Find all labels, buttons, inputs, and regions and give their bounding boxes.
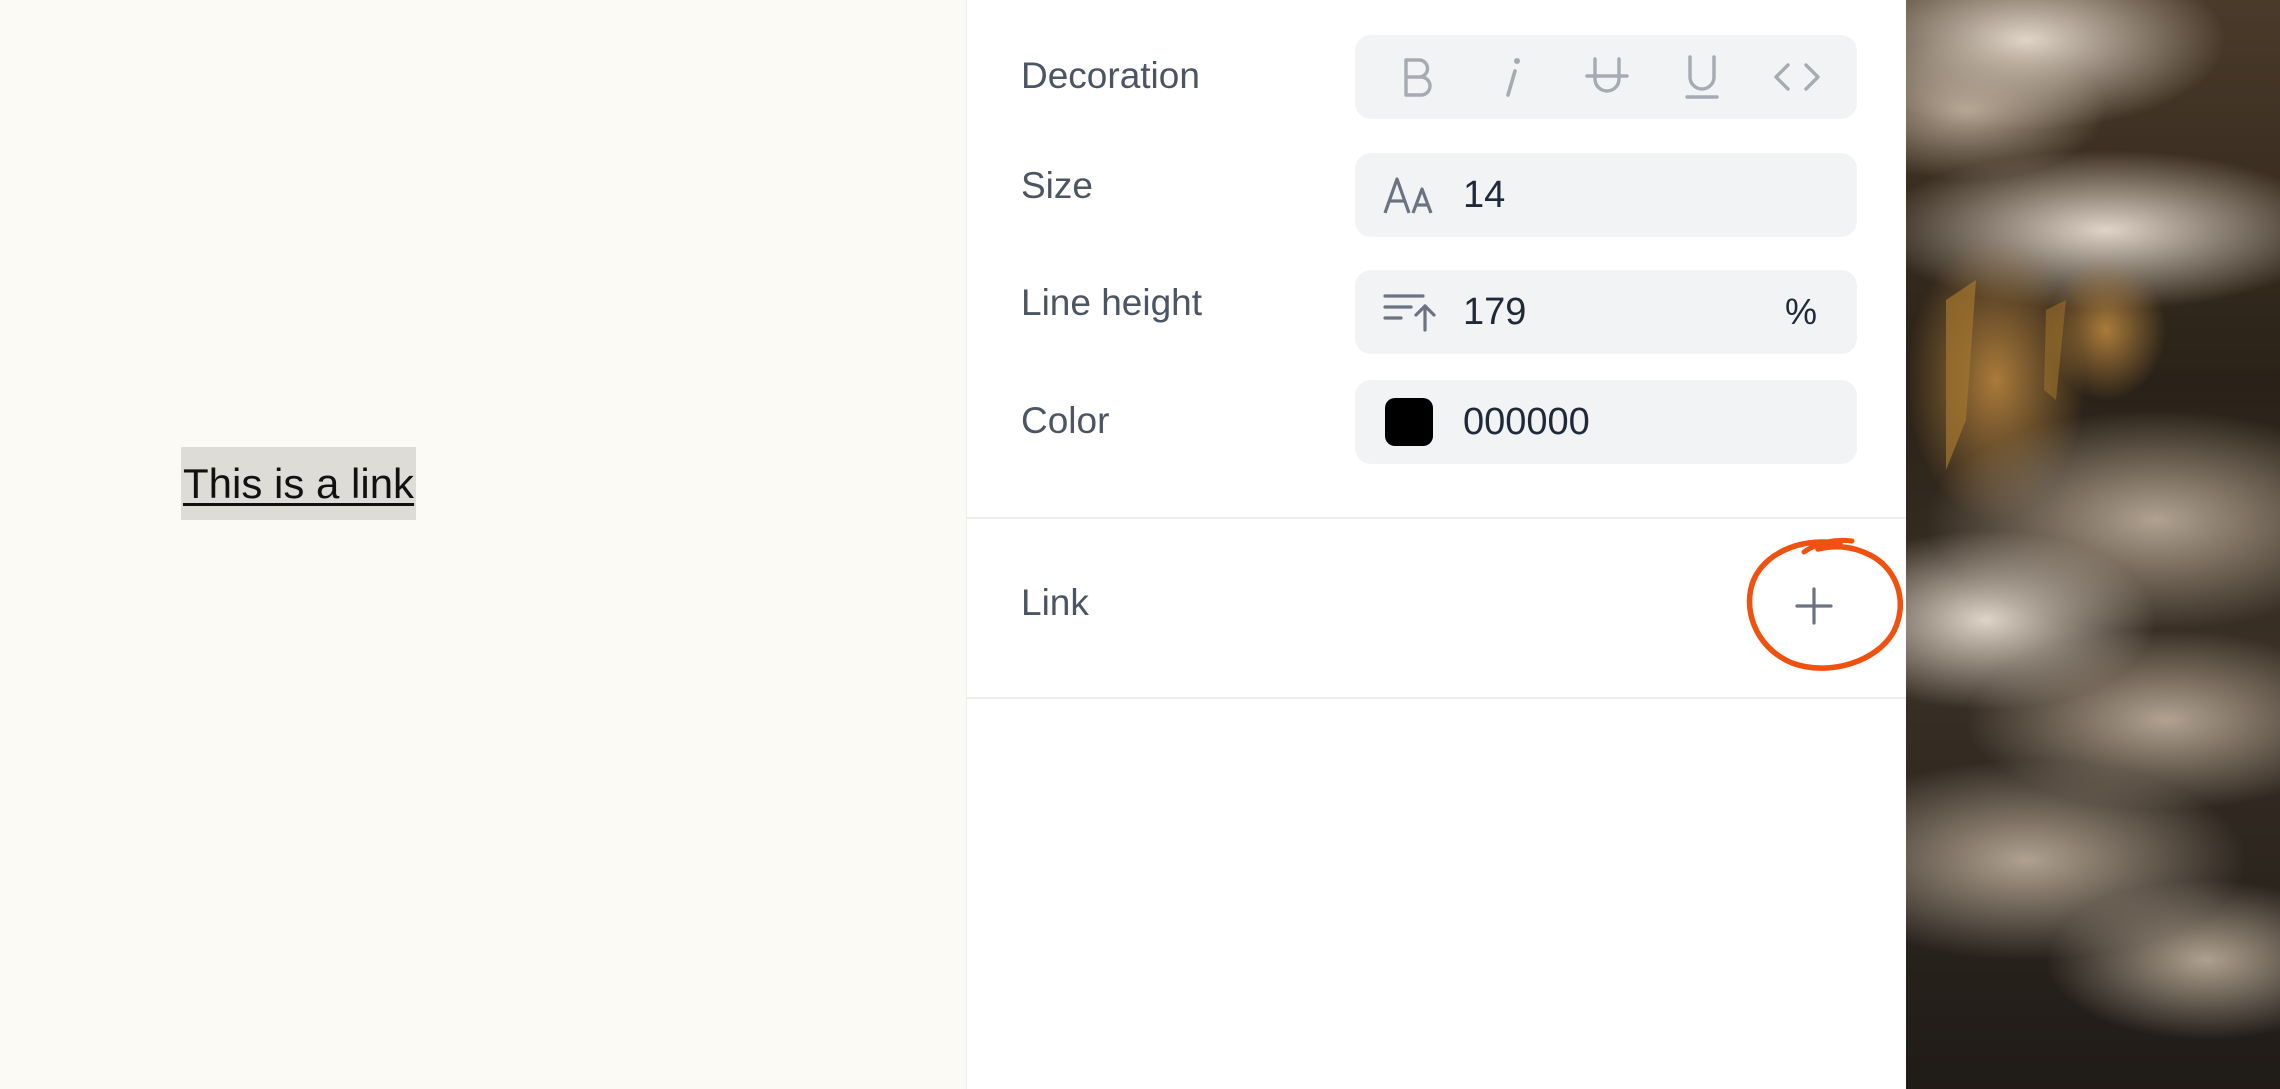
code-button[interactable] — [1749, 35, 1845, 119]
decoration-row: Decoration — [967, 35, 1907, 119]
decoration-label: Decoration — [1021, 55, 1200, 96]
size-value[interactable]: 14 — [1463, 153, 1505, 237]
decoration-toolbar — [1355, 35, 1857, 119]
underline-button[interactable] — [1654, 35, 1750, 119]
line-height-unit: % — [1784, 291, 1817, 332]
annotation-circle — [1746, 537, 1904, 671]
code-icon — [1774, 63, 1820, 91]
canvas: This is a link — [0, 0, 966, 1089]
line-height-label: Line height — [1021, 282, 1203, 323]
font-size-icon — [1383, 177, 1433, 214]
selected-link-text[interactable]: This is a link — [181, 447, 417, 520]
italic-button[interactable] — [1464, 35, 1560, 119]
bold-button[interactable] — [1369, 35, 1465, 119]
underline-icon — [1685, 55, 1719, 99]
color-swatch[interactable] — [1385, 398, 1433, 446]
line-height-row: Line height 179 % — [967, 270, 1907, 354]
color-field[interactable]: 000000 — [1355, 380, 1857, 464]
strikethrough-button[interactable] — [1559, 35, 1655, 119]
italic-icon — [1506, 58, 1520, 97]
color-value[interactable]: 000000 — [1463, 380, 1590, 464]
bold-icon — [1404, 58, 1432, 97]
color-row: Color 000000 — [967, 380, 1907, 464]
size-row: Size 14 — [967, 153, 1907, 237]
link-label: Link — [1021, 582, 1089, 623]
color-label: Color — [1021, 400, 1110, 441]
section-divider — [967, 697, 1907, 699]
section-divider — [967, 517, 1907, 519]
line-height-field[interactable]: 179 % — [1355, 270, 1857, 354]
line-height-value[interactable]: 179 — [1463, 270, 1526, 354]
size-field[interactable]: 14 — [1355, 153, 1857, 237]
strikethrough-icon — [1585, 57, 1629, 93]
background-photo — [1906, 0, 2280, 1089]
line-height-icon — [1383, 294, 1436, 332]
size-label: Size — [1021, 165, 1093, 206]
